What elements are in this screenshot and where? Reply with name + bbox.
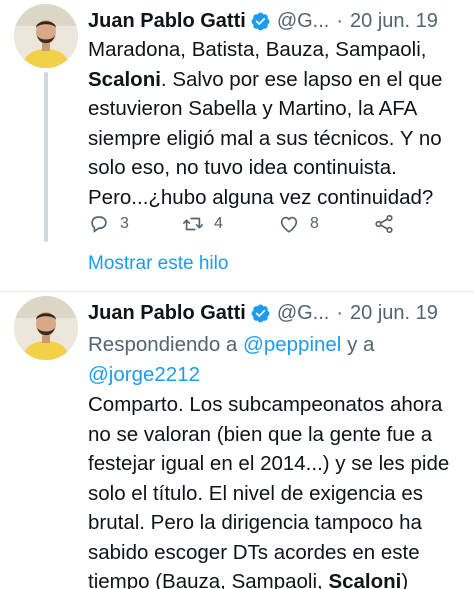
tweet-text-line: festejar igual en el 2014...) y se les p…: [88, 449, 464, 479]
separator-dot: ·: [336, 301, 344, 324]
tweet-text-line: Pero...¿hubo alguna vez continuidad?: [88, 183, 464, 213]
share-button[interactable]: [373, 209, 405, 239]
tweet-text-line: sabido escoger DTs acordes en este: [88, 538, 464, 568]
avatar[interactable]: [14, 296, 78, 360]
text-segment: sabido escoger DTs acordes en este: [88, 540, 420, 564]
avatar-image: [14, 4, 78, 68]
text-segment: festejar igual en el 2014...) y se les p…: [88, 452, 450, 475]
tweet-header: Juan Pablo Gatti @G... · 20 jun. 19: [88, 300, 466, 326]
retweet-button[interactable]: 4: [182, 209, 223, 239]
text-segment: solo el título. El nivel de exigencia es: [88, 481, 424, 505]
reply-count: 3: [120, 215, 129, 232]
replying-to-label: Respondiendo a: [88, 333, 238, 356]
tweet-text-line: no se valoran (bien que la gente fue a: [88, 420, 464, 450]
text-segment: ): [401, 570, 409, 589]
reply-icon: [91, 216, 107, 233]
tweet-text-line: solo el título. El nivel de exigencia es: [88, 479, 464, 509]
bold-text: Scaloni: [328, 570, 402, 589]
show-thread-link[interactable]: Mostrar este hilo: [88, 251, 228, 277]
replying-to: Respondiendo a @peppinel y a @jorge2212: [88, 330, 464, 389]
tweet-text-line: Maradona, Batista, Bauza, Sampaoli,: [88, 35, 464, 65]
heart-icon: [280, 216, 298, 233]
thread-connector: [44, 72, 48, 242]
tweet-text-line: tiempo (Bauza, Sampaoli, Scaloni): [88, 567, 464, 589]
author-name[interactable]: Juan Pablo Gatti: [88, 302, 246, 325]
tweet-text-line: solo eso, no tuvo idea continuista.: [88, 153, 464, 183]
tweet-text-line: Scaloni. Salvo por ese lapso en el que: [88, 65, 464, 95]
text-segment: brutal. Pero la dirigencia tampoco ha: [88, 511, 422, 534]
avatar-image: [14, 296, 78, 360]
tweet-date[interactable]: 20 jun. 19: [350, 10, 438, 33]
text-segment: tiempo (Bauza, Sampaoli,: [88, 570, 329, 589]
like-count: 8: [310, 215, 319, 232]
verified-badge-icon: [251, 12, 270, 30]
tweet-actions: 3 4 8: [88, 209, 408, 239]
share-icon: [375, 214, 393, 234]
tweet-text: Comparto. Los subcampeonatos ahora no se …: [88, 390, 464, 589]
avatar[interactable]: [14, 4, 78, 68]
text-segment: Pero...¿hubo alguna vez continuidad?: [88, 185, 434, 209]
retweet-icon: [183, 217, 203, 231]
text-segment: . Salvo por ese lapso en el que: [160, 67, 443, 91]
author-name[interactable]: Juan Pablo Gatti: [88, 10, 246, 33]
tweet-text-line: siempre eligió mal a sus técnicos. Y no: [88, 124, 464, 154]
text-segment: solo eso, no tuvo idea continuista.: [88, 156, 397, 179]
text-segment: no se valoran (bien que la gente fue a: [88, 422, 433, 446]
retweet-count: 4: [214, 215, 223, 232]
tweet-text-line: Comparto. Los subcampeonatos ahora: [88, 390, 464, 420]
tweet-text-line: brutal. Pero la dirigencia tampoco ha: [88, 508, 464, 538]
tweet-header: Juan Pablo Gatti @G... · 20 jun. 19: [88, 8, 466, 34]
tweet[interactable]: Juan Pablo Gatti @G... · 20 jun. 19 Mara…: [0, 0, 474, 291]
bold-text: Scaloni: [88, 67, 161, 91]
author-handle[interactable]: @G...: [277, 302, 330, 325]
like-button[interactable]: 8: [278, 209, 319, 239]
verified-badge-icon: [251, 304, 270, 322]
mention-link[interactable]: @peppinel: [243, 333, 341, 356]
mention-link[interactable]: @jorge2212: [88, 363, 200, 386]
tweet-text-line: estuvieron Sabella y Martino, la AFA: [88, 94, 464, 124]
text-segment: siempre eligió mal a sus técnicos. Y no: [88, 126, 442, 150]
text-segment: estuvieron Sabella y Martino, la AFA: [88, 97, 418, 120]
author-handle[interactable]: @G...: [277, 10, 330, 33]
tweet-text: Maradona, Batista, Bauza, Sampaoli, Scalo…: [88, 35, 464, 212]
replying-to-joiner: y a: [347, 333, 375, 356]
text-segment: Comparto. Los subcampeonatos ahora: [88, 393, 443, 416]
text-segment: Maradona, Batista, Bauza, Sampaoli,: [88, 38, 427, 61]
reply-button[interactable]: 3: [88, 209, 129, 239]
tweet-date[interactable]: 20 jun. 19: [350, 302, 438, 325]
separator-dot: ·: [336, 9, 344, 32]
